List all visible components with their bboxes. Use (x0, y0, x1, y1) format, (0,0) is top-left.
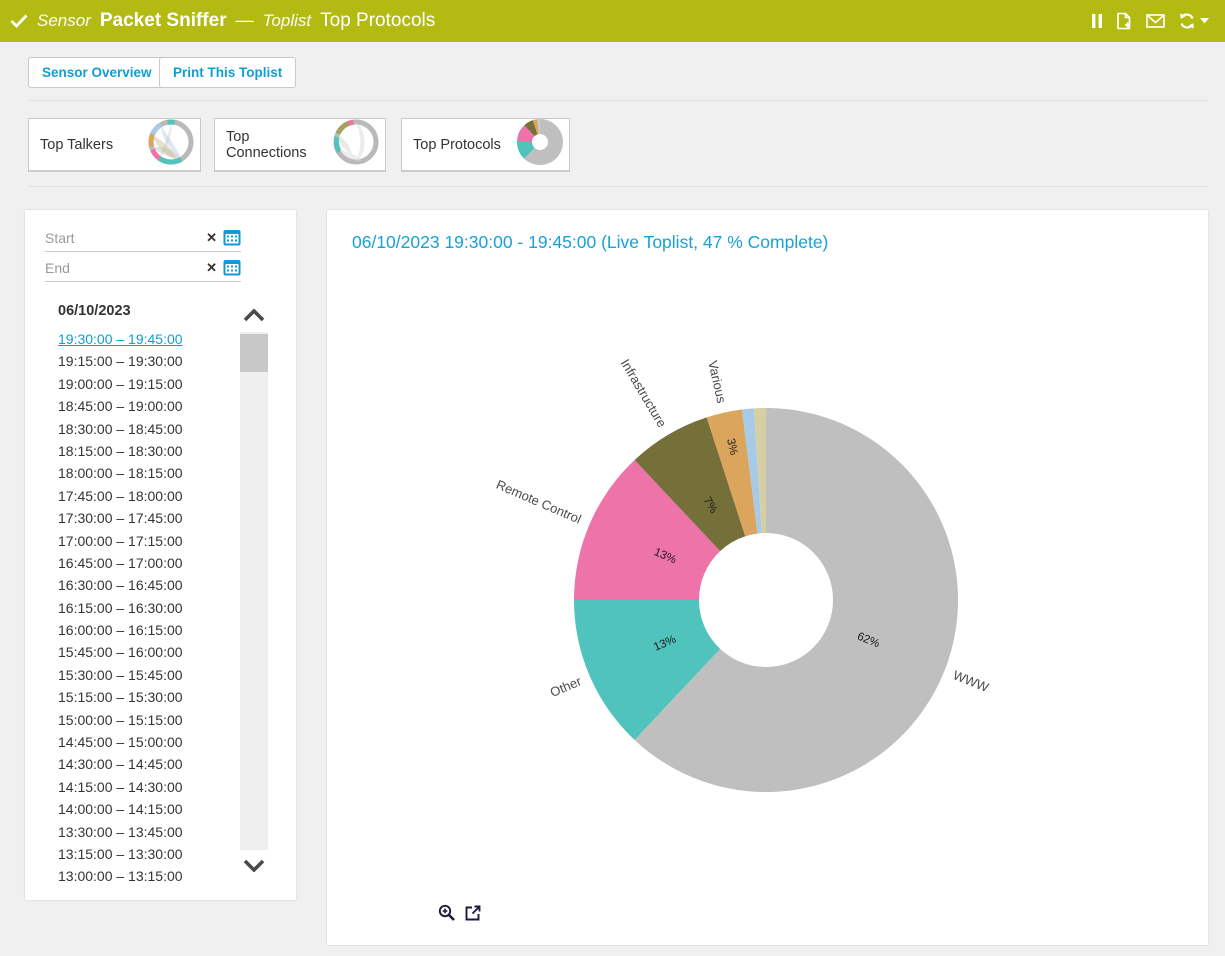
slice-name-label: Remote Control (494, 477, 584, 527)
interval-link[interactable]: 18:45:00 – 19:00:00 (58, 395, 183, 417)
calendar-end-icon[interactable] (223, 259, 241, 276)
external-link-icon[interactable] (464, 904, 482, 922)
top-protocols-thumbnail (516, 118, 564, 171)
interval-link[interactable]: 17:30:00 – 17:45:00 (58, 507, 183, 529)
refresh-control[interactable] (1178, 12, 1209, 30)
slice-name-label: Infrastructure (618, 356, 670, 430)
tab-top-protocols[interactable]: Top Protocols (401, 118, 570, 171)
scroll-down-button[interactable] (240, 852, 268, 878)
interval-link[interactable]: 15:45:00 – 16:00:00 (58, 641, 183, 663)
header-bar: Sensor Packet Sniffer — Toplist Top Prot… (0, 0, 1225, 42)
end-date-input[interactable] (45, 260, 200, 276)
header-subkind-label: Toplist (263, 11, 312, 31)
interval-link[interactable]: 14:45:00 – 15:00:00 (58, 731, 183, 753)
slice-name-label: Other (548, 673, 584, 700)
sensor-overview-button[interactable]: Sensor Overview (28, 57, 166, 88)
end-date-row: ✕ (45, 254, 241, 282)
zoom-in-icon[interactable] (438, 904, 456, 922)
interval-link[interactable]: 13:00:00 – 13:15:00 (58, 865, 183, 887)
interval-link[interactable]: 18:15:00 – 18:30:00 (58, 440, 183, 462)
start-date-row: ✕ (45, 224, 241, 252)
interval-list: 19:30:00 – 19:45:0019:15:00 – 19:30:0019… (58, 328, 183, 888)
top-talkers-thumbnail (147, 118, 195, 171)
interval-link[interactable]: 14:00:00 – 14:15:00 (58, 798, 183, 820)
interval-link[interactable]: 19:00:00 – 19:15:00 (58, 373, 183, 395)
start-date-input[interactable] (45, 230, 200, 246)
interval-link[interactable]: 14:30:00 – 14:45:00 (58, 753, 183, 775)
scrollbar-thumb[interactable] (240, 334, 268, 372)
email-icon[interactable] (1146, 14, 1165, 28)
interval-link[interactable]: 17:45:00 – 18:00:00 (58, 485, 183, 507)
slice-name-label: Various (705, 359, 729, 405)
tab-top-talkers-label: Top Talkers (40, 137, 113, 153)
toplist-chart-panel: 06/10/2023 19:30:00 - 19:45:00 (Live Top… (327, 210, 1208, 945)
tab-top-connections[interactable]: Top Connections (214, 118, 386, 171)
print-toplist-button[interactable]: Print This Toplist (159, 57, 296, 88)
top-protocols-donut-chart: 62%WWW13%Other13%Remote Control7%Infrast… (327, 250, 1208, 910)
toplist-sidebar: ✕ ✕ 06/10/2023 (25, 210, 296, 900)
caret-down-icon[interactable] (1200, 18, 1209, 24)
header-separator: — (236, 10, 254, 31)
scroll-up-button[interactable] (240, 302, 268, 328)
tab-top-connections-label: Top Connections (226, 129, 332, 161)
interval-link[interactable]: 13:30:00 – 13:45:00 (58, 821, 183, 843)
interval-link[interactable]: 13:15:00 – 13:30:00 (58, 843, 183, 865)
interval-link[interactable]: 14:15:00 – 14:30:00 (58, 776, 183, 798)
header-sensor-name: Packet Sniffer (100, 10, 227, 32)
interval-link[interactable]: 16:00:00 – 16:15:00 (58, 619, 183, 641)
divider (28, 100, 1208, 101)
interval-link[interactable]: 15:30:00 – 15:45:00 (58, 664, 183, 686)
scrollbar-track[interactable] (240, 332, 268, 850)
interval-link[interactable]: 19:30:00 – 19:45:00 (58, 328, 183, 350)
report-add-icon[interactable] (1116, 12, 1133, 30)
tab-top-protocols-label: Top Protocols (413, 137, 501, 153)
interval-link[interactable]: 16:15:00 – 16:30:00 (58, 597, 183, 619)
calendar-start-icon[interactable] (223, 229, 241, 246)
divider (28, 186, 1208, 187)
header-toplist-name: Top Protocols (320, 10, 435, 32)
clear-start-icon[interactable]: ✕ (206, 231, 217, 244)
interval-link[interactable]: 17:00:00 – 17:15:00 (58, 530, 183, 552)
interval-link[interactable]: 18:00:00 – 18:15:00 (58, 462, 183, 484)
refresh-icon[interactable] (1178, 12, 1196, 30)
interval-link[interactable]: 15:15:00 – 15:30:00 (58, 686, 183, 708)
slice-name-label: WWW (951, 667, 991, 695)
interval-date-header: 06/10/2023 (58, 303, 131, 319)
check-icon (10, 14, 28, 28)
top-connections-thumbnail (332, 118, 380, 171)
interval-link[interactable]: 18:30:00 – 18:45:00 (58, 418, 183, 440)
clear-end-icon[interactable]: ✕ (206, 261, 217, 274)
interval-link[interactable]: 15:00:00 – 15:15:00 (58, 709, 183, 731)
tab-top-talkers[interactable]: Top Talkers (28, 118, 201, 171)
interval-link[interactable]: 16:45:00 – 17:00:00 (58, 552, 183, 574)
pause-icon[interactable] (1091, 13, 1103, 29)
interval-link[interactable]: 19:15:00 – 19:30:00 (58, 350, 183, 372)
header-kind-label: Sensor (37, 11, 91, 31)
interval-link[interactable]: 16:30:00 – 16:45:00 (58, 574, 183, 596)
